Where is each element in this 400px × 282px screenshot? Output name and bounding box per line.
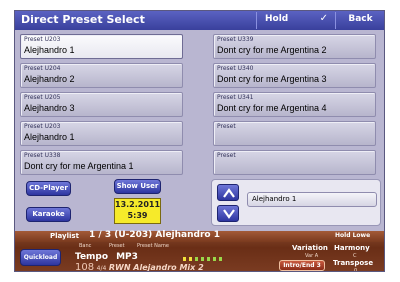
preset-slot-10[interactable]: Preset [213,150,376,175]
playlist-label: Playlist [50,232,79,240]
style-name: RWN Alejandro Mix 2 [108,263,204,272]
scroll-up-button[interactable] [217,184,239,201]
preset-number: Preset [217,152,236,159]
karaoke-button[interactable]: Karaoke [26,207,71,222]
preset-number: Preset U340 [217,65,254,72]
preset-name: Dont cry for me Argentina 1 [24,161,134,171]
preset-navigator: Alejhandro 1 [211,179,381,226]
preset-number: Preset U339 [217,36,254,43]
playlist-header: Playlist 1 / 3 (U-203) Alejhandro 1 Hold… [15,230,384,242]
intro-end-button[interactable]: Intro/End 3 [279,260,325,271]
preset-slot-5[interactable]: Preset U205 Alejhandro 3 [20,92,183,117]
current-song: 1 / 3 (U-203) Alejhandro 1 [89,230,220,240]
quickload-button[interactable]: Quickload [20,249,61,266]
preset-number: Preset U338 [24,152,61,159]
level-meter-segment [213,257,216,261]
back-button[interactable]: Back [335,12,384,29]
show-user-button[interactable]: Show User [114,179,161,194]
tempo-label: Tempo [75,252,109,262]
level-meter-segment [189,257,192,261]
transpose-value: 0 [354,268,358,272]
preset-slot-2[interactable]: Preset U339 Dont cry for me Argentina 2 [213,34,376,59]
level-meter-segment [195,257,198,261]
level-meter-segment [219,257,222,261]
variation-label: Variation [292,244,328,252]
preset-number: Preset U341 [217,94,254,101]
preset-number: Preset U203 [24,36,61,43]
harmony-label: Harmony [334,244,370,252]
date-text: 13.2.2011 [115,200,161,209]
level-meter-segment [201,257,204,261]
preset-slot-1[interactable]: Preset U203 Alejhandro 1 [20,34,183,59]
preset-number: Preset U204 [24,65,61,72]
tempo-row: Tempo MP3 [75,252,138,262]
cd-player-button[interactable]: CD-Player [26,181,71,196]
preset-number: Preset [217,123,236,130]
preset-slot-3[interactable]: Preset U204 Alejhandro 2 [20,63,183,88]
status-bar: Playlist 1 / 3 (U-203) Alejhandro 1 Hold… [15,230,384,272]
hold-label: Hold [265,14,289,24]
clock-display: 13.2.2011 5:39 [114,198,161,224]
mp3-label: MP3 [116,252,138,262]
keyboard-screen: Direct Preset Select Hold ✓ Back Preset … [14,10,385,272]
time-text: 5:39 [127,211,148,220]
preset-name: Alejhandro 1 [24,132,75,142]
preset-name: Alejhandro 3 [24,103,75,113]
preset-number: Preset U205 [24,94,61,101]
chevron-up-icon [223,188,235,198]
preset-number: Preset U203 [24,123,61,130]
selected-preset-field[interactable]: Alejhandro 1 [247,192,377,207]
scroll-down-button[interactable] [217,205,239,222]
checkmark-icon: ✓ [319,13,328,24]
preset-slot-4[interactable]: Preset U340 Dont cry for me Argentina 3 [213,63,376,88]
hold-lower-label: Hold Lowe [335,232,371,239]
bpm-value: 108 [75,262,95,272]
preset-name: Alejhandro 2 [24,74,75,84]
window-title: Direct Preset Select [21,13,145,26]
time-signature: 4/4 [96,265,107,272]
preset-slot-6[interactable]: Preset U341 Dont cry for me Argentina 4 [213,92,376,117]
preset-name: Dont cry for me Argentina 2 [217,45,327,55]
level-meter-segment [183,257,186,261]
preset-slot-7[interactable]: Preset U203 Alejhandro 1 [20,121,183,146]
banc-label: Banc [79,243,92,249]
variation-value: Var A [305,253,319,259]
preset-name: Dont cry for me Argentina 4 [217,103,327,113]
preset-col-label: Preset [109,243,125,249]
chevron-down-icon [223,209,235,219]
level-meter-segment [207,257,210,261]
preset-slot-9[interactable]: Preset U338 Dont cry for me Argentina 1 [20,150,183,175]
title-bar: Direct Preset Select Hold ✓ Back [15,11,384,30]
preset-name: Alejhandro 1 [24,45,75,55]
style-info-row: 108 4/4 RWN Alejandro Mix 2 [75,262,204,272]
preset-name-col-label: Preset Name [137,243,169,249]
preset-slot-8[interactable]: Preset [213,121,376,146]
transpose-label: Transpose [333,259,374,267]
hold-toggle[interactable]: Hold ✓ [256,12,334,29]
preset-name: Dont cry for me Argentina 3 [217,74,327,84]
